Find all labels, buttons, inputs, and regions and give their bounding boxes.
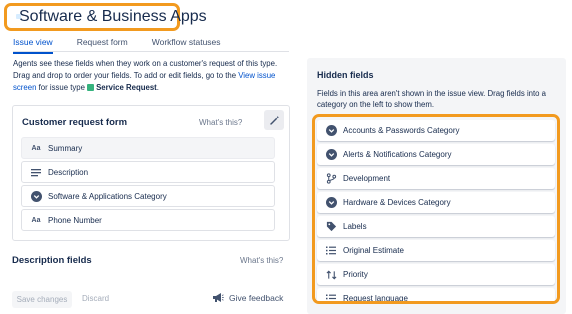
field-summary[interactable]: Aa Summary: [21, 137, 275, 159]
hidden-fields-panel: Hidden fields Fields in this area aren't…: [307, 58, 566, 314]
hidden-field-original-estimate[interactable]: Original Estimate: [317, 240, 555, 261]
hidden-field-labels[interactable]: Labels: [317, 216, 555, 237]
priority-icon: [325, 269, 337, 281]
paragraph-icon: [30, 166, 42, 178]
customer-request-form-card: Customer request form What's this? Aa Su…: [12, 105, 290, 241]
whats-this-link[interactable]: What's this?: [199, 118, 242, 127]
chevron-circle-icon: [30, 190, 42, 202]
branch-icon: [325, 173, 337, 185]
intro-text: Agents see these fields when they work o…: [13, 59, 278, 92]
tag-icon: [325, 221, 337, 233]
hidden-field-priority[interactable]: Priority: [317, 264, 555, 285]
hidden-field-request-language[interactable]: Request language: [317, 288, 555, 302]
field-description[interactable]: Description: [21, 161, 275, 183]
list-icon: [325, 245, 337, 257]
field-software-applications-category[interactable]: Software & Applications Category: [21, 185, 275, 207]
field-phone-number[interactable]: Aa Phone Number: [21, 209, 275, 231]
tabs-divider: [13, 51, 289, 52]
hidden-field-accounts-passwords-category[interactable]: Accounts & Passwords Category: [317, 120, 555, 141]
chevron-circle-icon: [325, 149, 337, 161]
hidden-field-alerts-notifications-category[interactable]: Alerts & Notifications Category: [317, 144, 555, 165]
description-fields-title: Description fields: [12, 255, 92, 266]
chevron-circle-icon: [325, 197, 337, 209]
description-whats-this-link[interactable]: What's this?: [240, 256, 283, 265]
list-icon: [325, 293, 337, 302]
text-icon: Aa: [31, 216, 41, 224]
hidden-field-development[interactable]: Development: [317, 168, 555, 189]
edit-form-button[interactable]: [264, 110, 284, 130]
hidden-field-hardware-devices-category[interactable]: Hardware & Devices Category: [317, 192, 555, 213]
hidden-fields-description: Fields in this area aren't shown in the …: [317, 89, 547, 109]
hidden-fields-list: Accounts & Passwords Category Alerts & N…: [312, 114, 560, 304]
hidden-fields-title: Hidden fields: [317, 70, 374, 80]
save-changes-button[interactable]: Save changes: [12, 291, 72, 308]
page-title: Software & Business Apps: [19, 8, 207, 25]
pencil-icon: [269, 115, 279, 125]
text-icon: Aa: [31, 144, 41, 152]
page-title-box: Software & Business Apps: [4, 3, 207, 31]
customer-request-form-title: Customer request form: [22, 117, 128, 128]
discard-button[interactable]: Discard: [82, 294, 109, 303]
megaphone-icon: [213, 293, 224, 302]
service-request-icon: [87, 84, 95, 91]
give-feedback-button[interactable]: Give feedback: [212, 292, 283, 303]
issue-type-name: Service Request: [96, 83, 157, 92]
chevron-circle-icon: [325, 125, 337, 137]
